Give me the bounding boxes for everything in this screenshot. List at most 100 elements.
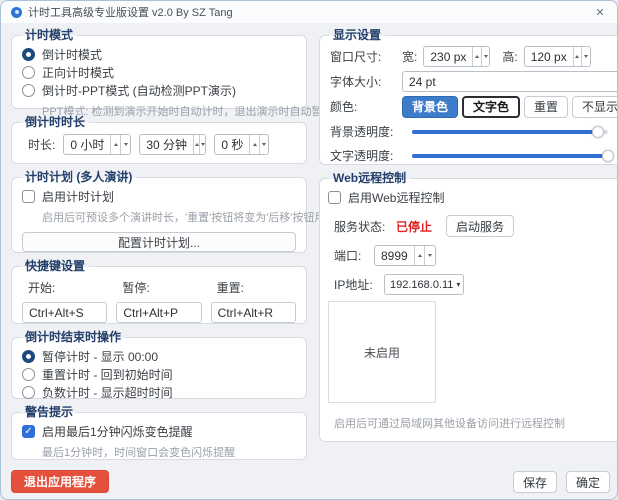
configure-plan-button[interactable]: 配置计时计划... xyxy=(22,232,296,252)
minutes-stepper[interactable]: 30 分钟 xyxy=(139,134,206,155)
spin-up-icon[interactable] xyxy=(249,135,258,154)
spin-up-icon[interactable] xyxy=(414,246,425,265)
height-stepper[interactable]: 120 px xyxy=(524,46,591,67)
no-background-button[interactable]: 不显示背景 xyxy=(572,96,618,118)
enable-plan-checkbox[interactable]: 启用计时计划 xyxy=(22,188,296,205)
spin-down-icon[interactable] xyxy=(581,47,589,66)
web-remote-title: Web远程控制 xyxy=(329,171,410,186)
radio-label: 倒计时-PPT模式 (自动检测PPT演示) xyxy=(42,82,236,99)
right-column: 显示设置 窗口尺寸: 宽: 230 px 高: 120 px xyxy=(319,29,618,493)
radio-pause-at-end[interactable]: 暂停计时 - 显示 00:00 xyxy=(22,348,296,365)
pause-hotkey-label: 暂停: xyxy=(122,279,201,296)
height-value[interactable]: 120 px xyxy=(525,47,573,66)
service-status-value: 已停止 xyxy=(396,218,432,235)
ip-address-label: IP地址: xyxy=(334,276,384,293)
radio-label: 重置计时 - 回到初始时间 xyxy=(42,366,173,383)
radio-reset-at-end[interactable]: 重置计时 - 回到初始时间 xyxy=(22,366,296,383)
checkbox-label: 启用Web远程控制 xyxy=(348,189,444,206)
spin-down-icon[interactable] xyxy=(199,135,205,154)
hours-stepper[interactable]: 0 小时 xyxy=(63,134,131,155)
bg-opacity-label: 背景透明度: xyxy=(330,123,406,140)
display-settings-title: 显示设置 xyxy=(329,28,385,43)
close-icon[interactable]: ✕ xyxy=(591,4,609,20)
ok-button[interactable]: 确定 xyxy=(566,471,610,493)
text-opacity-slider[interactable] xyxy=(412,154,608,158)
start-hotkey-label: 开始: xyxy=(28,279,107,296)
start-hotkey-input[interactable]: Ctrl+Alt+S xyxy=(22,302,107,323)
timer-mode-group: 计时模式 倒计时模式 正向计时模式 倒计时-PPT模式 (自动检测PPT演示) … xyxy=(11,35,307,109)
spin-down-icon[interactable] xyxy=(424,246,435,265)
width-stepper[interactable]: 230 px xyxy=(423,46,490,67)
port-stepper[interactable]: 8999 xyxy=(374,245,436,266)
width-value[interactable]: 230 px xyxy=(424,47,472,66)
duration-label: 时长: xyxy=(28,136,55,153)
radio-icon xyxy=(22,386,35,399)
end-action-title: 倒计时结束时操作 xyxy=(21,330,125,345)
font-size-label: 字体大小: xyxy=(330,73,402,90)
service-status-label: 服务状态: xyxy=(334,218,396,235)
bg-color-button[interactable]: 背景色 xyxy=(402,96,458,118)
text-opacity-label: 文字透明度: xyxy=(330,147,406,164)
slider-fill xyxy=(412,130,598,134)
title-bar: 计时工具高级专业版设置 v2.0 By SZ Tang ✕ xyxy=(1,1,617,23)
spin-down-icon[interactable] xyxy=(481,47,489,66)
seconds-stepper[interactable]: 0 秒 xyxy=(214,134,269,155)
color-label: 颜色: xyxy=(330,98,402,115)
radio-label: 正向计时模式 xyxy=(42,64,114,81)
enable-flash-checkbox[interactable]: 启用最后1分钟闪烁变色提醒 xyxy=(22,423,296,440)
spin-down-icon[interactable] xyxy=(120,135,130,154)
timer-plan-title: 计时计划 (多人演讲) xyxy=(21,170,136,185)
left-column: 计时模式 倒计时模式 正向计时模式 倒计时-PPT模式 (自动检测PPT演示) … xyxy=(11,29,307,493)
port-value[interactable]: 8999 xyxy=(375,246,414,265)
reset-hotkey-input[interactable]: Ctrl+Alt+R xyxy=(211,302,296,323)
radio-negative-at-end[interactable]: 负数计时 - 显示超时时间 xyxy=(22,384,296,401)
warning-title: 警告提示 xyxy=(21,405,77,420)
text-opacity-value: 100% xyxy=(614,149,618,163)
font-size-stepper[interactable]: 24 pt xyxy=(402,71,618,92)
checkbox-label: 启用计时计划 xyxy=(42,188,114,205)
port-label: 端口: xyxy=(334,247,374,264)
radio-countdown-mode[interactable]: 倒计时模式 xyxy=(22,46,296,63)
end-action-group: 倒计时结束时操作 暂停计时 - 显示 00:00 重置计时 - 回到初始时间 负… xyxy=(11,337,307,399)
height-label: 高: xyxy=(502,48,517,65)
save-button[interactable]: 保存 xyxy=(513,471,557,493)
ip-address-select[interactable]: 192.168.0.11 ▾ xyxy=(384,274,464,295)
font-size-value[interactable]: 24 pt xyxy=(403,72,618,91)
web-remote-group: Web远程控制 启用Web远程控制 服务状态: 已停止 启动服务 端口: 899… xyxy=(319,178,618,442)
spin-up-icon[interactable] xyxy=(573,47,581,66)
timer-plan-group: 计时计划 (多人演讲) 启用计时计划 启用后可预设多个演讲时长，'重置'按钮将变… xyxy=(11,177,307,253)
checkbox-label: 启用最后1分钟闪烁变色提醒 xyxy=(42,423,193,440)
radio-icon xyxy=(22,84,35,97)
chevron-down-icon: ▾ xyxy=(456,281,460,289)
reset-hotkey-label: 重置: xyxy=(217,279,296,296)
minutes-value[interactable]: 30 分钟 xyxy=(140,135,193,154)
spin-down-icon[interactable] xyxy=(259,135,268,154)
radio-label: 负数计时 - 显示超时时间 xyxy=(42,384,173,401)
start-service-button[interactable]: 启动服务 xyxy=(446,215,514,237)
reset-color-button[interactable]: 重置 xyxy=(524,96,568,118)
checkbox-checked-icon xyxy=(22,425,35,438)
pause-hotkey-input[interactable]: Ctrl+Alt+P xyxy=(116,302,201,323)
radio-selected-icon xyxy=(22,48,35,61)
radio-forward-mode[interactable]: 正向计时模式 xyxy=(22,64,296,81)
spin-up-icon[interactable] xyxy=(110,135,120,154)
window-title: 计时工具高级专业版设置 v2.0 By SZ Tang xyxy=(28,4,591,20)
slider-handle[interactable] xyxy=(602,150,614,162)
checkbox-icon xyxy=(22,190,35,203)
window-size-label: 窗口尺寸: xyxy=(330,48,402,65)
hours-value[interactable]: 0 小时 xyxy=(64,135,110,154)
qr-placeholder-text: 未启用 xyxy=(364,344,400,361)
bg-opacity-slider[interactable] xyxy=(412,130,608,134)
radio-ppt-mode[interactable]: 倒计时-PPT模式 (自动检测PPT演示) xyxy=(22,82,296,99)
warning-note: 最后1分钟时，时间窗口会变色闪烁提醒 xyxy=(42,444,296,460)
web-remote-note: 启用后可通过局域网其他设备访问进行远程控制 xyxy=(334,415,618,431)
enable-web-remote-checkbox[interactable]: 启用Web远程控制 xyxy=(328,189,618,206)
spin-up-icon[interactable] xyxy=(472,47,480,66)
display-settings-group: 显示设置 窗口尺寸: 宽: 230 px 高: 120 px xyxy=(319,35,618,165)
exit-app-button[interactable]: 退出应用程序 xyxy=(11,470,109,493)
slider-handle[interactable] xyxy=(592,126,604,138)
seconds-value[interactable]: 0 秒 xyxy=(215,135,249,154)
radio-selected-icon xyxy=(22,350,35,363)
timer-mode-title: 计时模式 xyxy=(21,28,77,43)
text-color-button[interactable]: 文字色 xyxy=(462,96,520,118)
